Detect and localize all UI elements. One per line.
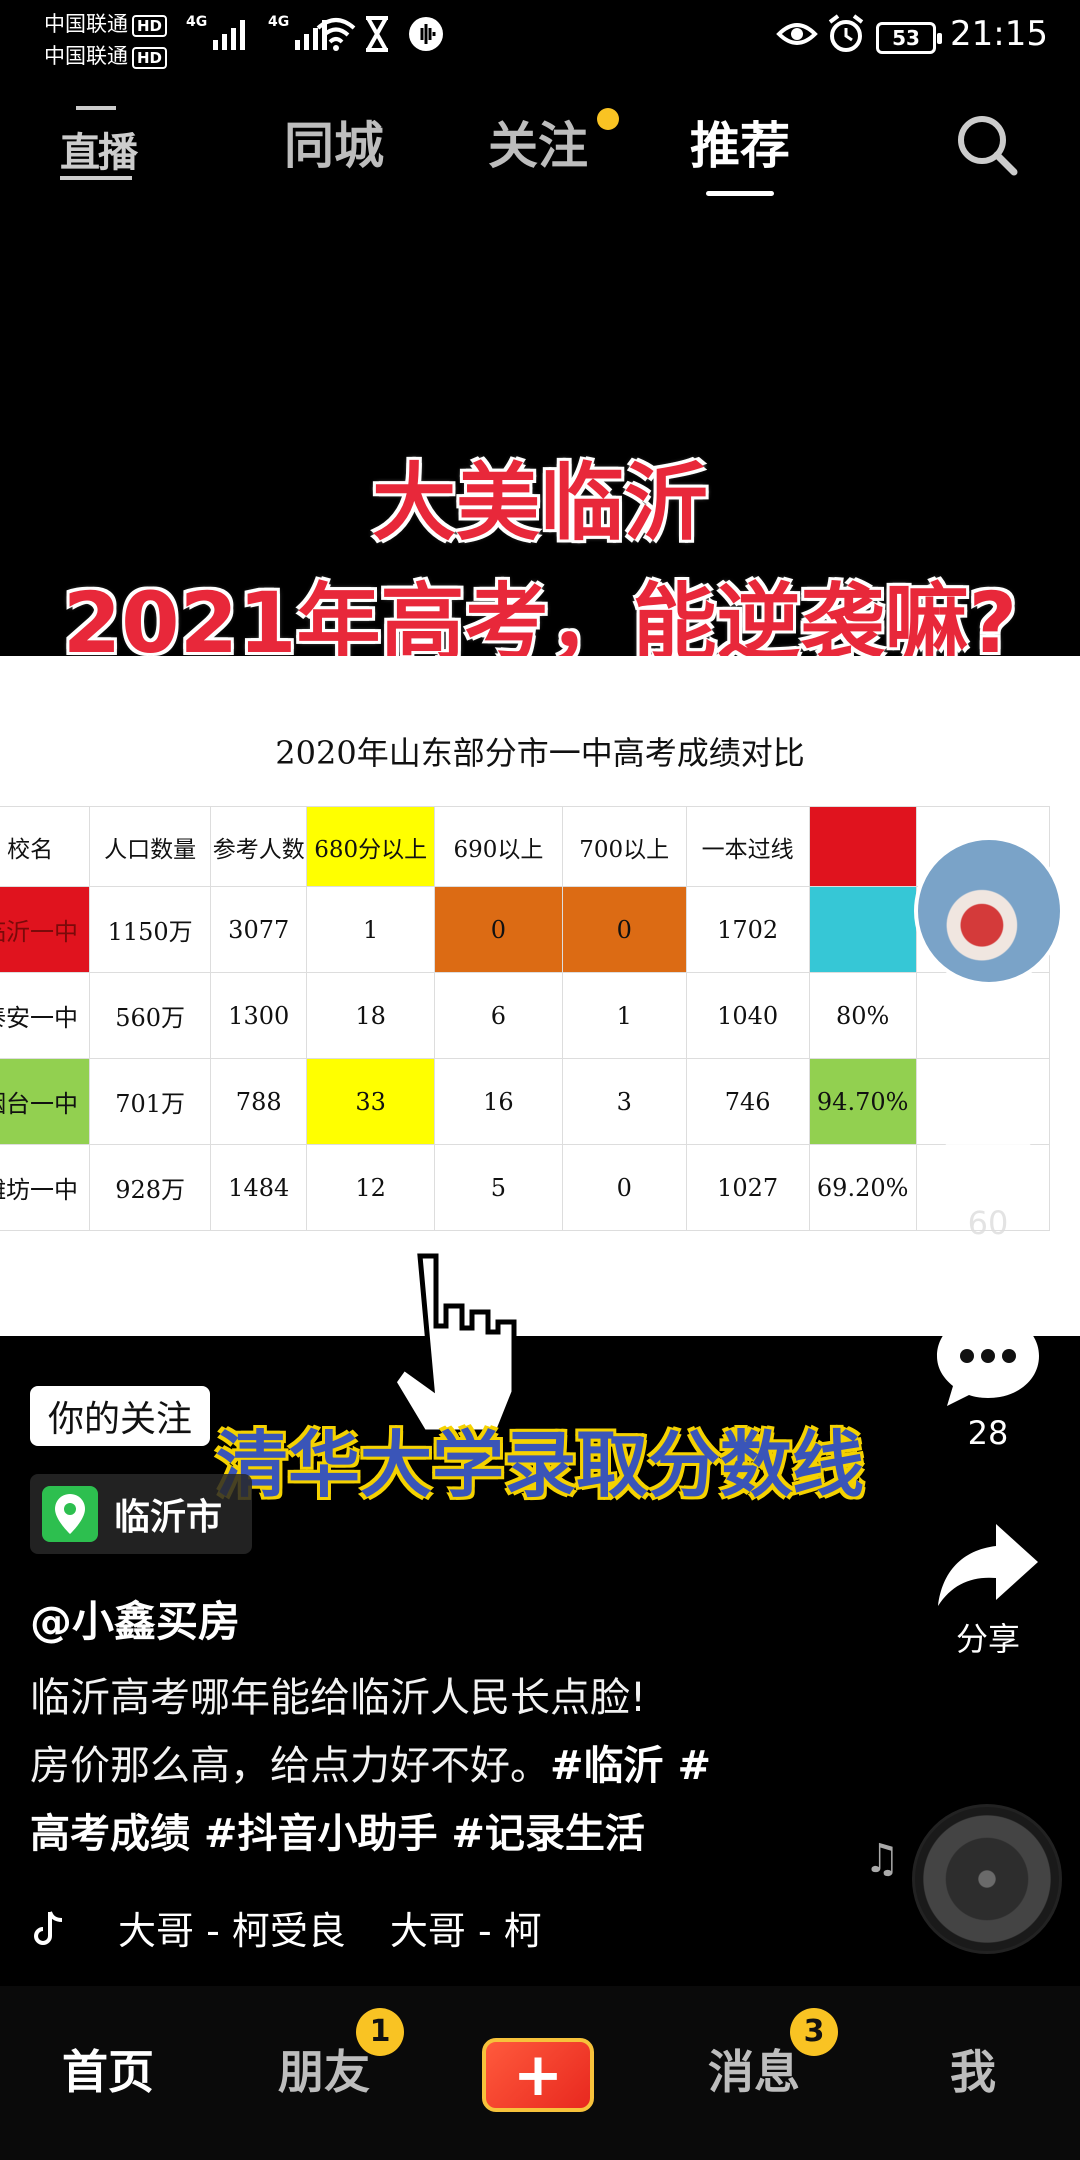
score-table-image: 2020年山东部分市一中高考成绩对比 校名 人口数量 参考人数 680分以上 6… — [0, 656, 1080, 1336]
share-arrow-icon — [938, 1524, 1038, 1606]
tv-antenna-icon — [76, 106, 116, 116]
table-title: 2020年山东部分市一中高考成绩对比 — [275, 734, 805, 772]
battery-icon: 53 — [876, 22, 942, 54]
video-description: 临沂高考哪年能给临沂人民长点脸! 房价那么高，给点力好不好。#临沂 # 高考成绩… — [30, 1664, 850, 1868]
hashtag[interactable]: 高考成绩 #抖音小助手 #记录生活 — [30, 1800, 850, 1868]
status-bar: 中国联通 HD 中国联通 HD 4G 4G 53 21:15 — [0, 0, 1080, 76]
audio-icon — [409, 17, 443, 51]
location-pin-icon — [42, 1486, 98, 1542]
carrier-2: 中国联通 HD — [44, 40, 168, 70]
heart-icon — [936, 1092, 1040, 1184]
tab-nearby[interactable]: 同城 — [284, 106, 384, 178]
bottom-nav: 首页 朋友 1 + 消息 3 我 — [0, 1986, 1080, 2160]
tab-recommended[interactable]: 推荐 — [690, 106, 790, 196]
search-icon[interactable] — [952, 110, 1022, 180]
share-button[interactable]: 分享 — [920, 1520, 1056, 1660]
follow-tag: 你的关注 — [30, 1386, 211, 1446]
following-new-dot — [597, 108, 619, 130]
clock: 21:15 — [950, 14, 1048, 54]
nav-friends[interactable]: 朋友 — [278, 2036, 370, 2102]
score-table: 校名 人口数量 参考人数 680分以上 690以上 700以上 一本过线 临沂一… — [0, 806, 1051, 1231]
carrier-1: 中国联通 HD — [44, 8, 168, 38]
music-notes-icon: ♫ — [864, 1836, 900, 1882]
table-row: 潍坊一中 928万 1484 12 5 0 1027 69.20% — [0, 1144, 1051, 1231]
like-count: 60 — [967, 1204, 1009, 1242]
location-tag[interactable]: 临沂市 — [30, 1474, 252, 1554]
live-button[interactable]: 直播 — [56, 106, 138, 182]
share-label: 分享 — [955, 1620, 1020, 1658]
eye-icon — [776, 23, 818, 45]
nav-messages[interactable]: 消息 — [708, 2036, 800, 2102]
tiktok-note-icon — [34, 1910, 63, 1945]
comment-count: 28 — [967, 1414, 1009, 1452]
alarm-icon — [828, 14, 864, 52]
signal-icon: 4G — [186, 14, 246, 50]
like-button[interactable]: 60 — [920, 1090, 1056, 1242]
table-row: 烟台一中 701万 788 33 16 3 746 94.70% — [0, 1058, 1051, 1145]
author-name[interactable]: @小鑫买房 — [30, 1588, 240, 1649]
comment-button[interactable]: 28 — [920, 1310, 1056, 1452]
nav-home[interactable]: 首页 — [62, 2036, 154, 2102]
messages-badge: 3 — [790, 2008, 838, 2056]
hourglass-icon — [366, 16, 388, 52]
nav-me[interactable]: 我 — [950, 2036, 996, 2102]
music-info[interactable]: 大哥 - 柯受良 大哥 - 柯 — [30, 1900, 586, 1955]
create-button[interactable]: + — [482, 2038, 594, 2112]
table-row: 泰安一中 560万 1300 18 6 1 1040 80% — [0, 972, 1051, 1059]
music-disc[interactable] — [912, 1804, 1062, 1954]
wifi-icon — [316, 18, 356, 51]
top-nav: 直播 同城 关注 推荐 — [0, 96, 1080, 196]
comment-icon — [937, 1314, 1039, 1406]
video-headline-1: 大美临沂 — [371, 454, 708, 552]
table-header-row: 校名 人口数量 参考人数 680分以上 690以上 700以上 一本过线 — [0, 806, 1051, 887]
tab-following[interactable]: 关注 — [488, 106, 588, 178]
friends-badge: 1 — [356, 2008, 404, 2056]
author-avatar[interactable] — [914, 836, 1064, 986]
table-row: 临沂一中 1150万 3077 1 0 0 1702 — [0, 886, 1051, 973]
hashtag[interactable]: #临沂 # — [550, 1743, 711, 1789]
